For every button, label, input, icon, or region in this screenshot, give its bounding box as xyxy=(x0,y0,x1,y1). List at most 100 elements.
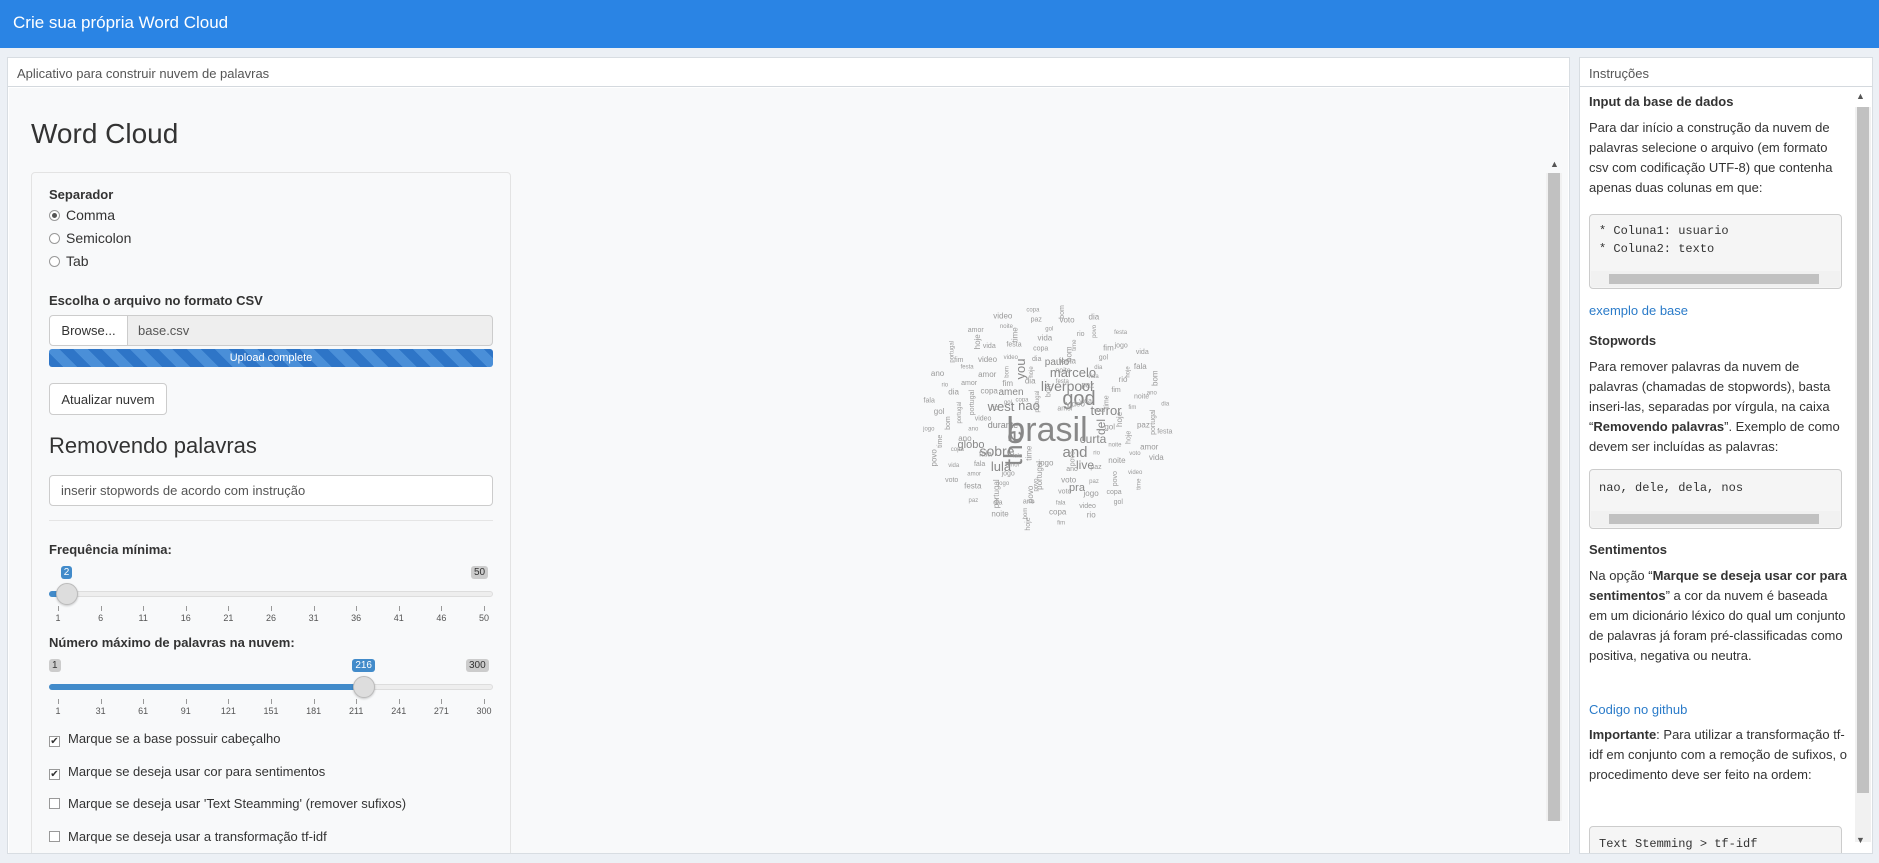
cloud-word: ano xyxy=(958,434,972,443)
scroll-down-icon[interactable]: ▼ xyxy=(1856,835,1865,845)
app-title[interactable]: Crie sua própria Word Cloud xyxy=(13,13,228,33)
cloud-word: gol xyxy=(1045,327,1053,333)
min-frequency-slider[interactable]: 50 2 1 6 11 16 21 26 31 36 41 46 50 xyxy=(49,566,493,629)
instructions-vertical-scrollbar[interactable] xyxy=(1855,107,1871,842)
separator-option-tab[interactable]: Tab xyxy=(49,253,89,269)
checkbox-header[interactable]: ✔ Marque se a base possuir cabeçalho xyxy=(49,731,280,747)
file-name-field: base.csv xyxy=(127,315,493,346)
cloud-word: ano xyxy=(1147,391,1158,397)
stopwords-input[interactable]: inserir stopwords de acordo com instruçã… xyxy=(49,475,493,506)
checkbox-icon[interactable]: ✔ xyxy=(49,736,60,747)
slider-tick xyxy=(185,699,187,704)
checkbox-icon[interactable]: ✔ xyxy=(49,769,60,780)
separator-option-semicolon[interactable]: Semicolon xyxy=(49,230,131,246)
scrollbar-thumb[interactable] xyxy=(1857,107,1869,793)
cloud-word: fim xyxy=(1057,520,1065,526)
cloud-word: copa xyxy=(1015,398,1029,404)
checkbox-sentiment[interactable]: ✔ Marque se deseja usar cor para sentimen… xyxy=(49,764,325,780)
radio-selected-icon[interactable] xyxy=(49,210,60,221)
cloud-word: paz xyxy=(969,498,979,504)
cloud-word: fim xyxy=(1103,343,1114,352)
scroll-up-icon[interactable]: ▲ xyxy=(1856,91,1865,101)
slider-tick xyxy=(441,699,443,704)
instructions-body: Input da base de dados Para dar início a… xyxy=(1581,88,1855,853)
radio-icon[interactable] xyxy=(49,233,60,244)
cloud-word: bom xyxy=(1005,366,1011,378)
cloud-word: festa xyxy=(961,365,975,371)
slider-track[interactable] xyxy=(49,591,493,597)
cloud-word: hoje xyxy=(973,334,982,350)
code-order: Text Stemming > tf-idf xyxy=(1589,826,1842,853)
cloud-word: rio xyxy=(1093,450,1100,456)
cloud-word: vida xyxy=(948,463,960,469)
cloud-word: fim xyxy=(1111,387,1121,394)
cloud-word: rio xyxy=(1077,331,1085,338)
main-vertical-scrollbar[interactable] xyxy=(1546,173,1562,821)
checkbox-icon[interactable] xyxy=(49,798,60,809)
app-navbar: Crie sua própria Word Cloud xyxy=(0,0,1879,48)
slider-handle[interactable] xyxy=(55,583,78,605)
browse-button[interactable]: Browse... xyxy=(49,315,128,346)
cloud-word: time xyxy=(1072,339,1078,351)
checkbox-stemming[interactable]: Marque se deseja usar 'Text Steamming' (… xyxy=(49,796,406,811)
cloud-word: bom xyxy=(1045,383,1052,397)
scroll-up-icon[interactable]: ▲ xyxy=(1550,159,1559,169)
scrollbar-thumb[interactable] xyxy=(1609,274,1819,284)
slider-tick-label: 151 xyxy=(263,706,279,716)
cloud-word: fim xyxy=(1002,379,1013,388)
cloud-word: ano xyxy=(1023,499,1035,506)
cloud-word: gol xyxy=(1114,499,1124,506)
cloud-word: rio xyxy=(991,405,999,412)
cloud-word: hoje xyxy=(1025,517,1032,530)
checkbox-icon[interactable] xyxy=(49,831,60,842)
cloud-word: vida xyxy=(1088,374,1100,380)
example-base-link[interactable]: exemplo de base xyxy=(1589,303,1688,318)
cloud-word: video xyxy=(1128,470,1143,476)
separator-option-comma[interactable]: Comma xyxy=(49,207,115,223)
slider-handle[interactable] xyxy=(353,676,376,698)
cloud-word: portugal xyxy=(957,402,963,424)
cloud-word: vida xyxy=(1038,334,1053,343)
cloud-word: festa xyxy=(1114,330,1128,336)
main-panel-header: Aplicativo para construir nuvem de palav… xyxy=(8,58,1569,87)
cloud-word: time xyxy=(1104,395,1111,408)
cloud-word: voto xyxy=(945,477,958,484)
cloud-word: rio xyxy=(941,383,948,389)
max-words-slider[interactable]: 1 300 216 1 31 61 91 121 151 181 211 241 271 300 xyxy=(49,659,493,722)
cloud-word: gol xyxy=(934,407,945,416)
slider-tick-label: 21 xyxy=(223,613,234,623)
slider-tick-label: 211 xyxy=(349,706,364,716)
code-horizontal-scrollbar[interactable] xyxy=(1591,271,1840,287)
update-cloud-button[interactable]: Atualizar nuvem xyxy=(49,383,167,415)
cloud-word: gol xyxy=(1004,400,1012,406)
file-input: Browse... base.csv xyxy=(49,315,493,346)
github-link[interactable]: Codigo no github xyxy=(1589,702,1687,717)
code-horizontal-scrollbar[interactable] xyxy=(1591,511,1840,527)
slider-tick xyxy=(313,606,315,611)
cloud-word: vida xyxy=(1136,349,1149,356)
cloud-word: fala xyxy=(974,461,985,468)
scrollbar-thumb[interactable] xyxy=(1548,173,1560,821)
slider-tick xyxy=(313,699,315,704)
slider-tick xyxy=(271,699,272,704)
slider-max-label: 300 xyxy=(466,659,489,672)
slider-tick-label: 61 xyxy=(138,706,149,716)
cloud-word: video xyxy=(978,355,998,364)
cloud-word: bom xyxy=(945,416,952,430)
cloud-word: fim xyxy=(1128,405,1136,411)
slider-tick xyxy=(271,606,272,611)
cloud-word: dia xyxy=(993,500,1002,507)
radio-icon[interactable] xyxy=(49,256,60,267)
page-title: Word Cloud xyxy=(31,118,179,149)
slider-tick-label: 36 xyxy=(351,613,362,623)
divider xyxy=(49,520,493,521)
checkbox-tfidf[interactable]: Marque se deseja usar a transformação tf… xyxy=(49,829,327,844)
cloud-word: noite xyxy=(991,509,1009,518)
scrollbar-thumb[interactable] xyxy=(1609,514,1819,524)
input-heading: Input da base de dados xyxy=(1589,94,1734,109)
cloud-word: noite xyxy=(1108,456,1126,465)
cloud-word: amor xyxy=(961,380,978,387)
cloud-word: video xyxy=(1004,355,1019,361)
cloud-word: amor xyxy=(1140,442,1159,451)
slider-tick-label: 1 xyxy=(55,613,61,623)
